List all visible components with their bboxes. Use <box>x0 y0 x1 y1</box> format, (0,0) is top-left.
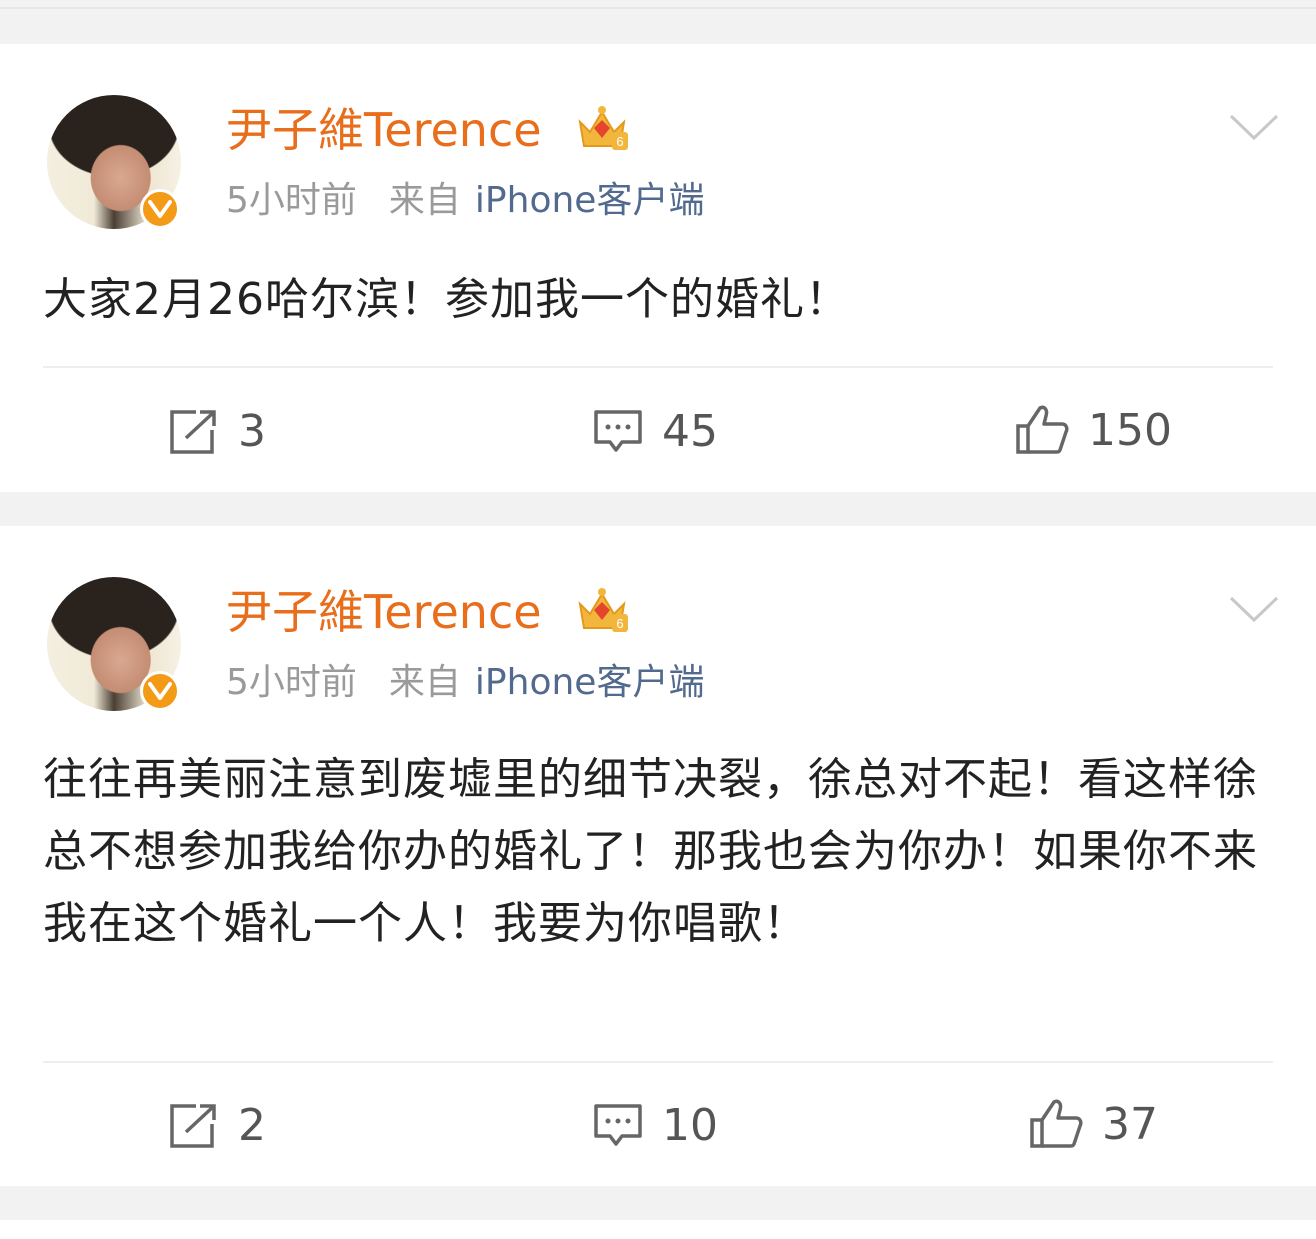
post-text: 往往再美丽注意到废墟里的细节决裂，徐总对不起！看这样徐总不想参加我给你办的婚礼了… <box>43 754 1258 949</box>
repost-button[interactable]: 3 <box>168 406 266 457</box>
post-text: 大家2月26哈尔滨！参加我一个的婚礼！ <box>43 274 850 325</box>
comment-button[interactable]: 45 <box>592 406 718 457</box>
verified-badge-icon <box>140 671 180 711</box>
repost-icon <box>170 1103 216 1148</box>
repost-count: 2 <box>238 1100 266 1151</box>
username[interactable]: 尹子維Terence <box>226 584 542 640</box>
weibo-post-card[interactable]: 尹子維Terence 6 5小时前 来自 iPhone客户端 往往再美丽注意到废墟里… <box>0 526 1316 1186</box>
verified-badge-icon <box>140 189 180 229</box>
weibo-post-card[interactable]: 尹子維Terence 6 5小时前 来自 iPhone客户端 大家2月26哈尔滨！参… <box>0 44 1316 492</box>
like-button[interactable]: 150 <box>1014 404 1172 456</box>
source-label: 来自 <box>388 662 461 703</box>
divider <box>43 1061 1273 1063</box>
repost-count: 3 <box>238 406 266 457</box>
svg-text:6: 6 <box>616 616 623 631</box>
comment-button[interactable]: 10 <box>592 1100 718 1151</box>
chevron-down-icon[interactable] <box>1228 594 1280 624</box>
chevron-down-icon[interactable] <box>1228 112 1280 142</box>
top-spacer <box>0 0 1316 44</box>
client-link[interactable]: iPhone客户端 <box>475 180 705 221</box>
username[interactable]: 尹子維Terence <box>226 102 542 158</box>
like-count: 37 <box>1102 1098 1158 1150</box>
divider <box>43 366 1273 368</box>
like-button[interactable]: 37 <box>1028 1098 1158 1150</box>
repost-button[interactable]: 2 <box>168 1100 266 1151</box>
like-icon <box>1016 405 1069 454</box>
avatar[interactable] <box>47 95 181 229</box>
next-card-edge <box>0 1220 1316 1239</box>
post-meta: 5小时前 来自 iPhone客户端 <box>226 179 704 223</box>
comment-count: 10 <box>662 1100 718 1151</box>
client-link[interactable]: iPhone客户端 <box>475 662 705 703</box>
comment-icon <box>594 409 642 452</box>
svg-text:6: 6 <box>616 134 623 149</box>
comment-count: 45 <box>662 406 718 457</box>
post-time: 5小时前 <box>226 662 357 703</box>
source-label: 来自 <box>388 180 461 221</box>
like-icon <box>1030 1099 1083 1148</box>
comment-icon <box>594 1103 642 1146</box>
post-meta: 5小时前 来自 iPhone客户端 <box>226 661 704 705</box>
like-count: 150 <box>1088 404 1172 456</box>
repost-icon <box>170 409 216 454</box>
post-time: 5小时前 <box>226 180 357 221</box>
crown-level-icon[interactable]: 6 <box>574 584 630 636</box>
avatar[interactable] <box>47 577 181 711</box>
crown-level-icon[interactable]: 6 <box>574 102 630 154</box>
